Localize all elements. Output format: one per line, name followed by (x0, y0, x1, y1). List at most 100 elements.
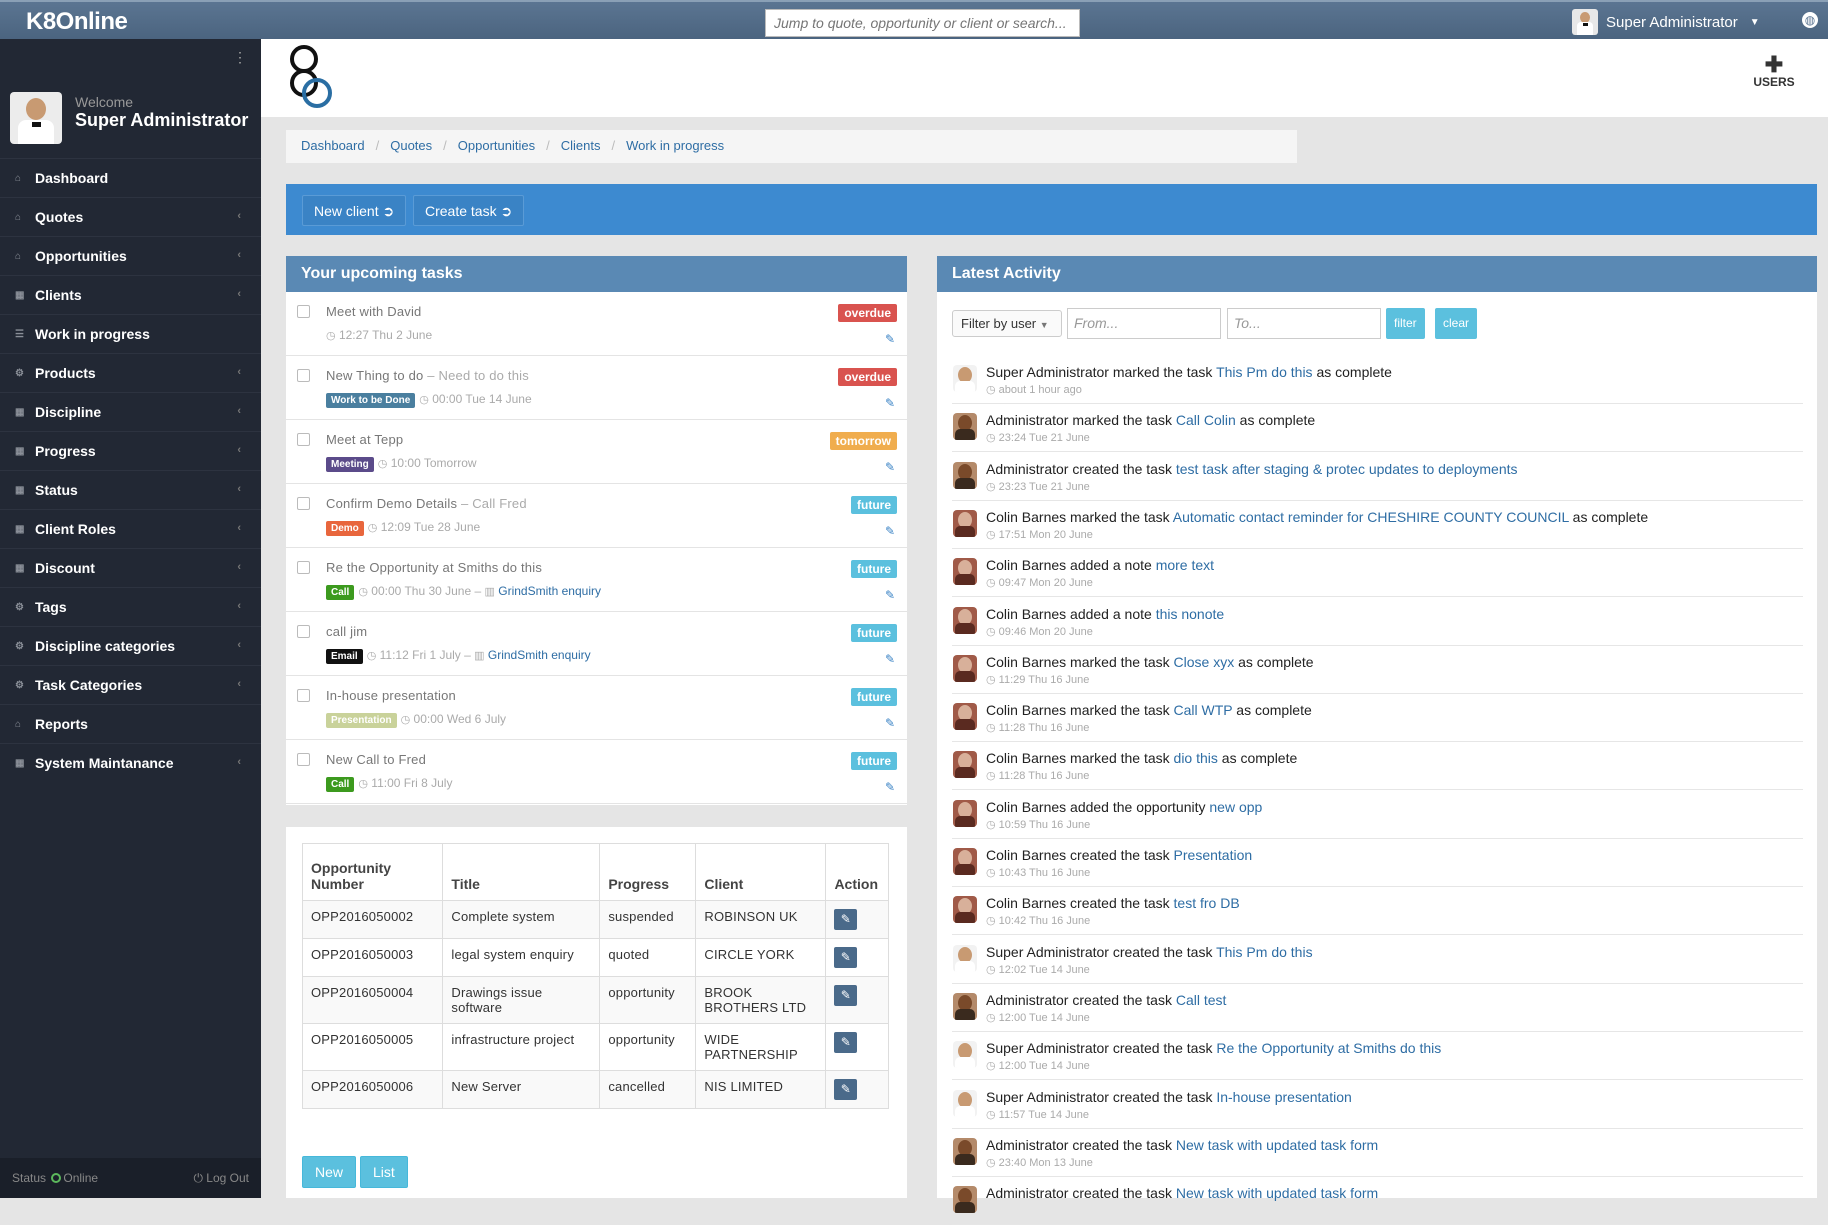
filter-by-user-select[interactable]: Filter by user ▼ (952, 310, 1062, 337)
sidebar-item-task-categories[interactable]: ⚙ Task Categories ‹ (0, 665, 261, 704)
edit-icon[interactable]: ✎ (885, 460, 895, 474)
edit-icon[interactable]: ✎ (834, 1079, 858, 1100)
sidebar-item-progress[interactable]: ▦ Progress ‹ (0, 431, 261, 470)
activity-link[interactable]: Call WTP (1174, 702, 1233, 718)
edit-icon[interactable]: ✎ (885, 396, 895, 410)
sidebar-item-clients[interactable]: ▦ Clients ‹ (0, 275, 261, 314)
activity-link[interactable]: this nonote (1156, 606, 1225, 622)
activity-link[interactable]: Re the Opportunity at Smiths do this (1216, 1040, 1441, 1056)
panel-title: Latest Activity (937, 256, 1817, 292)
edit-icon[interactable]: ✎ (885, 652, 895, 666)
clock-icon: ◷ (986, 625, 996, 638)
to-date-input[interactable]: To... (1227, 308, 1381, 339)
user-menu[interactable]: Super Administrator ▼ (1572, 8, 1760, 36)
task-category-badge: Meeting (326, 457, 374, 472)
task-checkbox[interactable] (297, 689, 310, 702)
task-checkbox[interactable] (297, 497, 310, 510)
activity-link[interactable]: This Pm do this (1216, 364, 1312, 380)
task-title[interactable]: Meet with David (326, 304, 421, 319)
activity-link[interactable]: New task with updated task form (1176, 1185, 1378, 1201)
activity-link[interactable]: dio this (1174, 750, 1218, 766)
sidebar-item-client-roles[interactable]: ▦ Client Roles ‹ (0, 509, 261, 548)
task-checkbox[interactable] (297, 305, 310, 318)
logout-link[interactable]: ⏻ Log Out (193, 1171, 249, 1186)
table-cell: New Server (442, 1070, 601, 1109)
column-header[interactable]: Progress (599, 843, 697, 901)
task-subtitle: Need to do this (438, 368, 529, 383)
sidebar-item-dashboard[interactable]: ⌂ Dashboard (0, 158, 261, 197)
filter-button[interactable]: filter (1386, 308, 1425, 339)
sidebar-item-status[interactable]: ▦ Status ‹ (0, 470, 261, 509)
activity-link[interactable]: Call test (1176, 992, 1227, 1008)
activity-link[interactable]: new opp (1209, 799, 1262, 815)
edit-icon[interactable]: ✎ (885, 524, 895, 538)
task-title[interactable]: Confirm Demo Details (326, 496, 457, 511)
task-opportunity-link[interactable]: GrindSmith enquiry (488, 648, 591, 662)
task-checkbox[interactable] (297, 369, 310, 382)
new-client-button[interactable]: New client ➲ (302, 195, 407, 226)
edit-icon[interactable]: ✎ (885, 332, 895, 346)
breadcrumb-link[interactable]: Dashboard (301, 138, 365, 153)
task-title[interactable]: New Thing to do (326, 368, 423, 383)
new-opportunity-button[interactable]: New (302, 1156, 357, 1188)
column-header[interactable]: Title (442, 843, 601, 901)
activity-link[interactable]: test task after staging & protec updates… (1176, 461, 1518, 477)
sidebar-item-opportunities[interactable]: ⌂ Opportunities ‹ (0, 236, 261, 275)
create-task-button[interactable]: Create task ➲ (413, 195, 525, 226)
task-checkbox[interactable] (297, 433, 310, 446)
activity-link[interactable]: This Pm do this (1216, 944, 1312, 960)
sidebar-item-work-in-progress[interactable]: ☰ Work in progress (0, 314, 261, 353)
sidebar-item-tags[interactable]: ⚙ Tags ‹ (0, 587, 261, 626)
task-title[interactable]: New Call to Fred (326, 752, 426, 767)
activity-link[interactable]: Automatic contact reminder for CHESHIRE … (1173, 509, 1569, 525)
edit-icon[interactable]: ✎ (834, 947, 858, 968)
edit-icon[interactable]: ✎ (885, 780, 895, 794)
sidebar-item-reports[interactable]: ⌂ Reports (0, 704, 261, 743)
status-badge: future (851, 624, 897, 642)
clear-button[interactable]: clear (1435, 308, 1478, 339)
activity-link[interactable]: New task with updated task form (1176, 1137, 1378, 1153)
sidebar-toggle-icon[interactable]: ⋮ (233, 49, 247, 66)
brand-logo[interactable]: K8Online (26, 8, 128, 36)
breadcrumb-link[interactable]: Quotes (390, 138, 432, 153)
task-title[interactable]: Meet at Tepp (326, 432, 403, 447)
activity-link[interactable]: test fro DB (1174, 895, 1240, 911)
task-checkbox[interactable] (297, 625, 310, 638)
activity-link[interactable]: Presentation (1174, 847, 1253, 863)
edit-icon[interactable]: ✎ (834, 1032, 858, 1053)
sidebar-item-products[interactable]: ⚙ Products ‹ (0, 353, 261, 392)
task-title[interactable]: In-house presentation (326, 688, 456, 703)
task-checkbox[interactable] (297, 561, 310, 574)
column-header[interactable]: Action (825, 843, 889, 901)
sidebar-item-system-maintanance[interactable]: ▦ System Maintanance ‹ (0, 743, 261, 782)
task-checkbox[interactable] (297, 753, 310, 766)
column-header[interactable]: Opportunity Number (301, 843, 444, 901)
column-header[interactable]: Client (695, 843, 827, 901)
edit-icon[interactable]: ✎ (885, 716, 895, 730)
from-date-input[interactable]: From... (1067, 308, 1221, 339)
edit-icon[interactable]: ✎ (834, 985, 858, 1006)
task-title[interactable]: Re the Opportunity at Smiths do this (326, 560, 542, 575)
sidebar-item-discount[interactable]: ▦ Discount ‹ (0, 548, 261, 587)
users-button[interactable]: ✚ USERS (1749, 54, 1799, 90)
activity-link[interactable]: Call Colin (1176, 412, 1236, 428)
sidebar-item-discipline[interactable]: ▦ Discipline ‹ (0, 392, 261, 431)
search-input[interactable] (765, 9, 1080, 37)
edit-icon[interactable]: ✎ (885, 588, 895, 602)
sidebar-item-discipline-categories[interactable]: ⚙ Discipline categories ‹ (0, 626, 261, 665)
breadcrumb-link[interactable]: Opportunities (458, 138, 535, 153)
list-opportunities-button[interactable]: List (360, 1156, 408, 1188)
globe-icon[interactable]: ◍ (1802, 12, 1818, 28)
home-icon: ⌂ (15, 718, 22, 730)
task-opportunity-link[interactable]: GrindSmith enquiry (498, 584, 601, 598)
task-title[interactable]: call jim (326, 624, 367, 639)
activity-link[interactable]: more text (1156, 557, 1214, 573)
sidebar-item-quotes[interactable]: ⌂ Quotes ‹ (0, 197, 261, 236)
breadcrumb-link[interactable]: Work in progress (626, 138, 724, 153)
activity-link[interactable]: In-house presentation (1216, 1089, 1351, 1105)
sidebar-item-label: Status (35, 482, 78, 498)
activity-link[interactable]: Close xyx (1174, 654, 1235, 670)
breadcrumb-link[interactable]: Clients (561, 138, 601, 153)
edit-icon[interactable]: ✎ (834, 909, 858, 930)
clock-icon: ◷ (986, 770, 996, 783)
